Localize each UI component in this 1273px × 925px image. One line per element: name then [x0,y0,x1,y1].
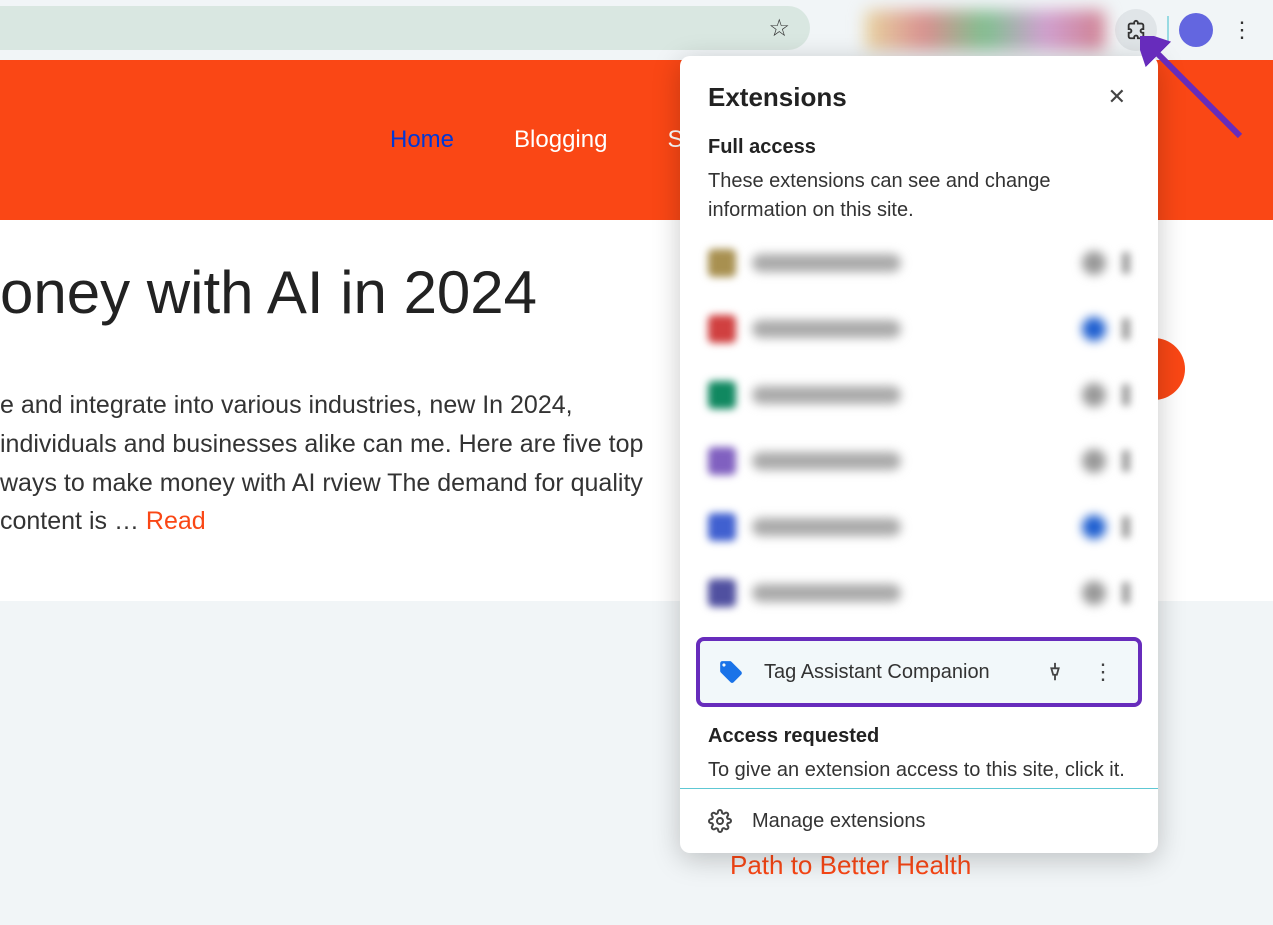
access-requested-description: To give an extension access to this site… [708,756,1130,785]
manage-extensions-label: Manage extensions [752,810,925,833]
extension-item-blurred[interactable] [708,571,1130,615]
pinned-extensions-blurred [865,10,1105,50]
full-access-heading: Full access [708,136,1130,159]
profile-avatar[interactable] [1179,13,1213,47]
popup-title: Extensions [708,82,847,113]
browser-toolbar: ☆ ⋮ [0,0,1273,60]
extension-item-tag-assistant[interactable]: Tag Assistant Companion ⋮ [696,637,1142,707]
pin-icon[interactable] [1044,661,1066,683]
close-icon[interactable]: ✕ [1104,80,1130,114]
extensions-popup: Extensions ✕ Full access These extension… [680,56,1158,853]
read-more-link[interactable]: Read [146,507,206,535]
manage-extensions-button[interactable]: Manage extensions [680,788,1158,853]
browser-menu-icon[interactable]: ⋮ [1223,17,1261,43]
nav-home[interactable]: Home [390,126,454,154]
tag-icon [718,659,744,685]
article-body: e and integrate into various industries,… [0,386,660,541]
puzzle-icon [1125,19,1147,41]
bookmark-star-icon[interactable]: ☆ [768,14,790,43]
article-title: oney with AI in 2024 [0,260,660,326]
extension-item-blurred[interactable] [708,439,1130,483]
access-requested-heading: Access requested [708,725,1130,748]
extension-item-blurred[interactable] [708,505,1130,549]
extension-item-blurred[interactable] [708,307,1130,351]
url-bar[interactable]: ☆ [0,6,810,50]
extension-item-blurred[interactable] [708,241,1130,285]
toolbar-divider [1167,16,1169,44]
full-access-description: These extensions can see and change info… [708,167,1130,225]
extension-options-icon[interactable]: ⋮ [1086,659,1120,685]
extension-name: Tag Assistant Companion [764,661,1024,684]
gear-icon [708,809,732,833]
nav-blogging[interactable]: Blogging [514,126,607,154]
extensions-button[interactable] [1115,9,1157,51]
extension-item-blurred[interactable] [708,373,1130,417]
